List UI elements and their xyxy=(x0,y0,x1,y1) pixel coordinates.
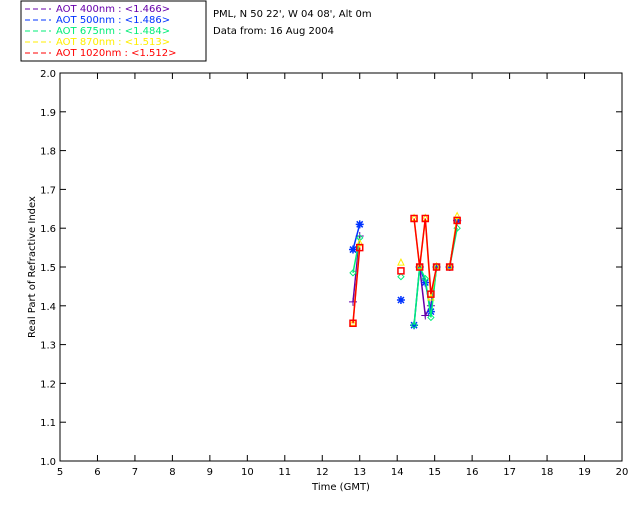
plot-area xyxy=(348,211,462,330)
y-tick-label: 1.5 xyxy=(40,263,56,274)
y-axis-label: Real Part of Refractive Index xyxy=(27,196,38,338)
x-tick-label: 18 xyxy=(541,467,554,478)
marker-triangle xyxy=(397,258,405,266)
axes: 5 6 7 8 9 10 11 12 13 14 15 16 17 18 19 20 1.0 1.1 1.2 1.3 1… xyxy=(40,69,628,478)
x-tick-label: 9 xyxy=(207,467,213,478)
series-line xyxy=(448,220,458,268)
marker-square xyxy=(397,267,405,275)
site-label: PML, N 50 22', W 04 08', Alt 0m xyxy=(213,9,372,20)
x-tick-label: 16 xyxy=(466,467,479,478)
legend-entry: AOT 1020nm : <1.512> xyxy=(56,48,176,59)
y-tick-label: 1.4 xyxy=(40,302,56,313)
y-tick-label: 1.9 xyxy=(40,108,56,119)
marker-asterisk xyxy=(348,245,357,254)
x-tick-label: 20 xyxy=(616,467,629,478)
plot-frame xyxy=(59,72,623,462)
y-tick-label: 1.8 xyxy=(40,147,56,158)
x-tick-label: 14 xyxy=(391,467,404,478)
x-tick-label: 15 xyxy=(428,467,441,478)
y-tick-label: 1.2 xyxy=(40,379,56,390)
data-point-triangle xyxy=(397,258,405,266)
y-tick-label: 1.0 xyxy=(40,457,56,468)
x-tick-label: 17 xyxy=(503,467,516,478)
y-tick-label: 1.6 xyxy=(40,224,56,235)
marker-asterisk xyxy=(396,295,405,304)
x-tick-label: 10 xyxy=(241,467,254,478)
x-tick-label: 11 xyxy=(278,467,291,478)
x-tick-label: 7 xyxy=(132,467,138,478)
data-point-asterisk xyxy=(355,220,364,229)
legend-entry: AOT 500nm : <1.486> xyxy=(56,15,170,26)
legend-entry: AOT 870nm : <1.513> xyxy=(56,37,170,48)
legend-entry: AOT 675nm : <1.484> xyxy=(56,26,170,37)
x-tick-label: 12 xyxy=(316,467,329,478)
x-axis-label: Time (GMT) xyxy=(311,482,370,493)
y-tick-label: 2.0 xyxy=(40,69,56,80)
y-tick-label: 1.3 xyxy=(40,341,56,352)
y-tick-label: 1.7 xyxy=(40,185,56,196)
data-point-square xyxy=(397,267,405,275)
x-tick-label: 13 xyxy=(353,467,366,478)
x-tick-label: 5 xyxy=(57,467,63,478)
marker-asterisk xyxy=(355,220,364,229)
data-point-asterisk xyxy=(396,295,405,304)
data-point-asterisk xyxy=(348,245,357,254)
x-tick-label: 8 xyxy=(169,467,175,478)
x-tick-label: 6 xyxy=(94,467,100,478)
legend-entry: AOT 400nm : <1.466> xyxy=(56,4,170,15)
date-label: Data from: 16 Aug 2004 xyxy=(213,26,334,37)
y-tick-label: 1.1 xyxy=(40,418,56,429)
x-tick-label: 19 xyxy=(578,467,591,478)
refractive-index-chart: AOT 400nm : <1.466>AOT 500nm : <1.486>AO… xyxy=(20,0,628,493)
